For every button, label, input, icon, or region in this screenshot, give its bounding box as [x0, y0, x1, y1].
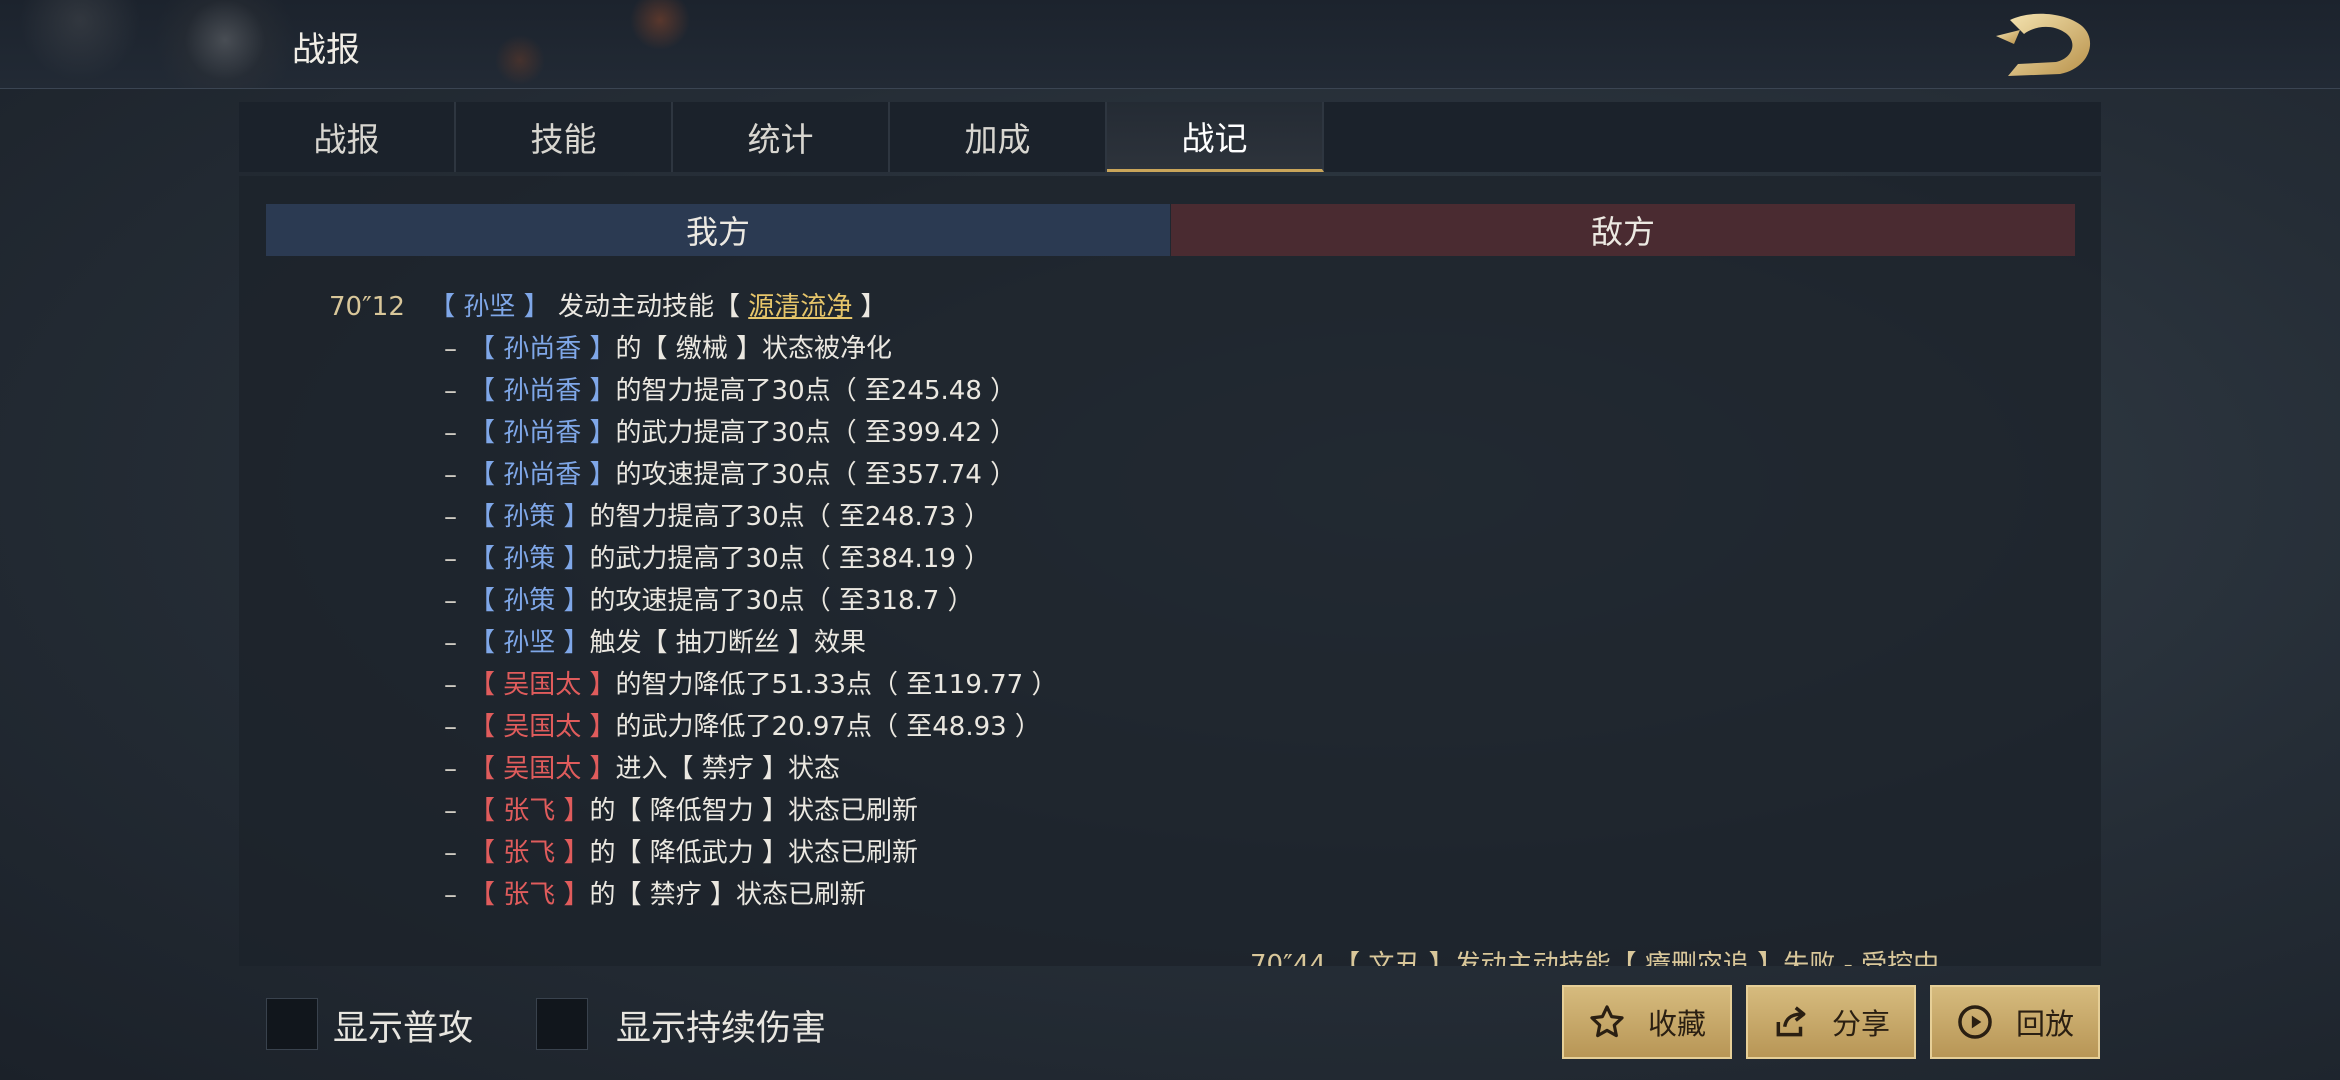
- log-line-text: 的武力提高了30点（ 至384.19 ）: [589, 544, 991, 574]
- dragon-logo-icon: [1996, 13, 2091, 76]
- log-line-text: 的【 降低智力 】状态已刷新: [589, 796, 919, 826]
- unit-name: 【 孙尚香 】: [469, 460, 616, 490]
- enemy-side-header: 敌方: [1171, 204, 2075, 256]
- tab-bonus[interactable]: 加成: [890, 102, 1107, 172]
- log-line-text: 的武力降低了20.97点（ 至48.93 ）: [615, 712, 1041, 742]
- log-lines: 70″12 【 孙坚 】 发动主动技能【 源清流净 】 – 【 孙尚香 】的【 缴…: [239, 286, 1239, 916]
- show-dot-label: 显示持续伤害: [616, 1009, 827, 1049]
- log-text: 发动主动技能【: [557, 292, 749, 322]
- share-label: 分享: [1831, 1007, 1890, 1041]
- unit-name: 【 孙尚香 】: [469, 334, 616, 364]
- unit-name: 【 吴国太 】: [469, 712, 616, 742]
- tab-stats[interactable]: 统计: [673, 102, 890, 172]
- unit-name: 【 吴国太 】: [469, 754, 616, 784]
- show-normal-attack-label: 显示普攻: [333, 1009, 474, 1049]
- log-line: – 【 张飞 】的【 禁疗 】状态已刷新: [444, 880, 867, 910]
- log-line-text: 的智力提高了30点（ 至245.48 ）: [615, 376, 1017, 406]
- unit-name: 【 孙策 】: [469, 502, 590, 532]
- log-line-text: 的攻速提高了30点（ 至318.7 ）: [589, 586, 974, 616]
- unit-name: 【 孙坚 】: [469, 628, 590, 658]
- log-line-text: 的【 缴械 】状态被净化: [615, 334, 893, 364]
- battle-log-panel[interactable]: 我方 敌方 70″12 【 孙坚 】 发动主动技能【 源清流净 】 – 【 孙尚香…: [239, 176, 2101, 966]
- top-bar: 战报: [0, 0, 2340, 89]
- show-normal-attack-checkbox[interactable]: [266, 998, 318, 1050]
- log-line-text: 的智力提高了30点（ 至248.73 ）: [589, 502, 991, 532]
- our-side-header: 我方: [266, 204, 1170, 256]
- unit-name: 【 吴国太 】: [469, 670, 616, 700]
- play-circle-icon: [1958, 1005, 1992, 1039]
- log-main-line: 70″12 【 孙坚 】 发动主动技能【 源清流净 】: [239, 286, 1239, 328]
- log-line-text: 进入【 禁疗 】状态: [615, 754, 841, 784]
- star-icon: [1590, 1005, 1624, 1038]
- log-line-text: 的【 降低武力 】状态已刷新: [589, 838, 919, 868]
- enemy-log-partial-line: 70″44 【 文丑 】发动主动技能【 瘴删宓追 】失败 - 受控中: [1250, 950, 1940, 966]
- log-line: – 【 孙尚香 】的智力提高了30点（ 至245.48 ）: [444, 376, 1017, 406]
- log-line-text: 的攻速提高了30点（ 至357.74 ）: [615, 460, 1017, 490]
- replay-button[interactable]: 回放: [1930, 985, 2100, 1059]
- favorite-label: 收藏: [1647, 1007, 1706, 1041]
- log-line: – 【 孙尚香 】的武力提高了30点（ 至399.42 ）: [444, 418, 1017, 448]
- unit-name: 【 张飞 】: [469, 796, 590, 826]
- share-icon: [1776, 1006, 1806, 1037]
- log-line: – 【 孙策 】的攻速提高了30点（ 至318.7 ）: [444, 586, 974, 616]
- replay-label: 回放: [2015, 1007, 2074, 1041]
- log-actor: 【 孙坚 】: [429, 292, 550, 322]
- log-time: 70″12: [329, 292, 405, 322]
- log-line: – 【 孙策 】的智力提高了30点（ 至248.73 ）: [444, 502, 991, 532]
- log-line: – 【 吴国太 】进入【 禁疗 】状态: [444, 754, 841, 784]
- share-button[interactable]: 分享: [1746, 985, 1916, 1059]
- log-line: – 【 吴国太 】的武力降低了20.97点（ 至48.93 ）: [444, 712, 1041, 742]
- show-dot-checkbox[interactable]: [536, 998, 588, 1050]
- log-line-text: 的【 禁疗 】状态已刷新: [589, 880, 867, 910]
- log-line: – 【 孙坚 】触发【 抽刀断丝 】效果: [444, 628, 867, 658]
- log-line-text: 的智力降低了51.33点（ 至119.77 ）: [615, 670, 1058, 700]
- tab-skills[interactable]: 技能: [456, 102, 673, 172]
- unit-name: 【 孙尚香 】: [469, 376, 616, 406]
- tab-report[interactable]: 战报: [239, 102, 456, 172]
- log-line: – 【 吴国太 】的智力降低了51.33点（ 至119.77 ）: [444, 670, 1058, 700]
- skill-link[interactable]: 源清流净: [748, 292, 852, 322]
- log-line: – 【 孙策 】的武力提高了30点（ 至384.19 ）: [444, 544, 991, 574]
- favorite-button[interactable]: 收藏: [1562, 985, 1732, 1059]
- page-title: 战报: [292, 30, 360, 70]
- log-text-tail: 】: [860, 292, 887, 322]
- unit-name: 【 张飞 】: [469, 880, 590, 910]
- log-line-text: 的武力提高了30点（ 至399.42 ）: [615, 418, 1017, 448]
- unit-name: 【 孙尚香 】: [469, 418, 616, 448]
- tab-battle-log[interactable]: 战记: [1107, 102, 1324, 172]
- log-line: – 【 张飞 】的【 降低智力 】状态已刷新: [444, 796, 919, 826]
- log-line: – 【 张飞 】的【 降低武力 】状态已刷新: [444, 838, 919, 868]
- unit-name: 【 张飞 】: [469, 838, 590, 868]
- unit-name: 【 孙策 】: [469, 544, 590, 574]
- tab-bar: 战报 技能 统计 加成 战记: [239, 102, 2101, 172]
- log-line-text: 触发【 抽刀断丝 】效果: [589, 628, 867, 658]
- log-line: – 【 孙尚香 】的【 缴械 】状态被净化: [444, 334, 893, 364]
- unit-name: 【 孙策 】: [469, 586, 590, 616]
- log-line: – 【 孙尚香 】的攻速提高了30点（ 至357.74 ）: [444, 460, 1017, 490]
